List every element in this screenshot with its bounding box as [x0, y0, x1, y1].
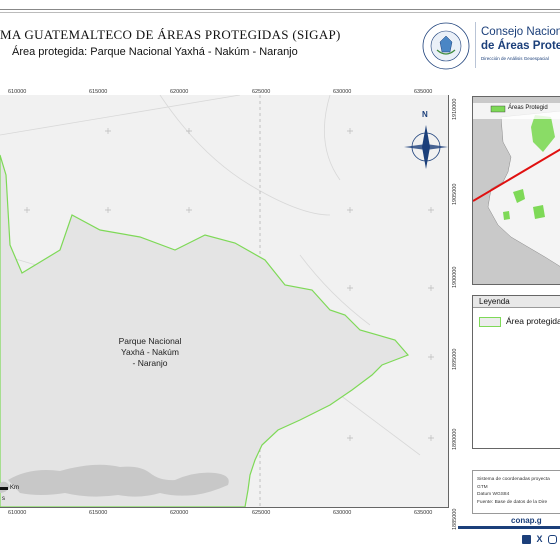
area-label-line: Parque Nacional	[118, 336, 182, 346]
y-tick-label: 1890000	[452, 428, 458, 450]
x-tick-label-bottom: 635000	[414, 510, 433, 516]
y-tick-label: 1910000	[452, 98, 458, 120]
inset-legend-swatch	[490, 105, 506, 113]
legend-panel: Leyenda Área protegida	[472, 295, 560, 449]
main-map[interactable]: Parque Nacional Yaxhá - Nakúm - Naranjo …	[0, 95, 449, 508]
y-tick-label: 1905000	[452, 183, 458, 205]
header-rule	[0, 9, 560, 10]
instagram-icon[interactable]	[548, 535, 557, 544]
inset-legend-label: Áreas Protegid	[508, 105, 548, 111]
legend-title: Leyenda	[479, 297, 510, 306]
scale-bar	[0, 487, 8, 490]
metadata-line: Datum WGS84	[477, 492, 510, 497]
area-label: Parque Nacional Yaxhá - Nakúm - Naranjo	[80, 336, 220, 369]
scale-fragment: s	[2, 496, 5, 502]
area-label-line: Yaxhá - Nakúm	[121, 347, 179, 357]
metadata-line: Fuente: Base de datos de la Dire	[477, 500, 548, 505]
government-seal-logo	[422, 22, 470, 70]
metadata-panel: Sistema de coordenadas proyecta GTM Datu…	[472, 470, 560, 514]
inset-protected-patch	[503, 211, 510, 220]
org-name-line2: de Áreas Protegi	[481, 40, 560, 52]
org-name-line1: Consejo Nacional	[481, 26, 560, 38]
x-tick-label-bottom: 630000	[333, 510, 352, 516]
metadata-line: GTM	[477, 485, 488, 490]
area-label-line: - Naranjo	[132, 358, 168, 368]
x-icon[interactable]: X	[535, 535, 544, 544]
scale-unit: Km	[10, 485, 19, 491]
legend-swatch-protected-area	[479, 317, 501, 327]
y-tick-label: 1900000	[452, 266, 458, 288]
metadata-line: Sistema de coordenadas proyecta	[477, 477, 550, 482]
logo-divider	[475, 22, 476, 68]
inset-protected-patch	[533, 205, 545, 219]
y-tick-label: 1895000	[452, 348, 458, 370]
org-subunit: Dirección de Análisis Geoespacial	[481, 56, 549, 61]
north-arrow-icon	[404, 125, 448, 169]
x-tick-label-bottom: 615000	[89, 510, 108, 516]
map-title: MA GUATEMALTECO DE ÁREAS PROTEGIDAS (SIG…	[0, 27, 341, 42]
x-tick-label-bottom: 620000	[170, 510, 189, 516]
legend-header: Leyenda	[473, 296, 560, 308]
header-rule-secondary	[0, 12, 560, 13]
inset-locator-map[interactable]: Áreas Protegid	[472, 96, 560, 285]
x-tick-label-bottom: 625000	[252, 510, 271, 516]
map-subtitle: Área protegida: Parque Nacional Yaxhá - …	[12, 46, 298, 58]
x-tick-label-bottom: 610000	[8, 510, 27, 516]
legend-label-protected-area: Área protegida	[506, 316, 560, 326]
map-canvas	[0, 95, 448, 507]
footer-website[interactable]: conap.g	[511, 516, 542, 525]
protected-area-polygon[interactable]	[0, 154, 410, 507]
inset-canvas	[473, 97, 560, 284]
facebook-icon[interactable]	[522, 535, 531, 544]
north-letter: N	[422, 110, 428, 119]
footer-bar	[458, 526, 560, 529]
